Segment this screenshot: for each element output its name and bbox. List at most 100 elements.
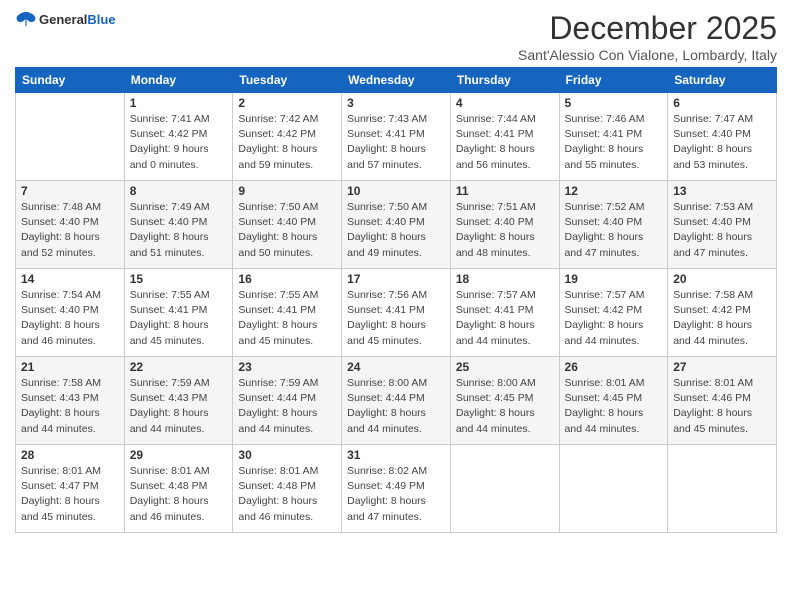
day-info: Sunrise: 7:51 AM Sunset: 4:40 PM Dayligh… [456, 200, 554, 261]
logo-text: General Blue [39, 12, 116, 27]
calendar-cell: 17Sunrise: 7:56 AM Sunset: 4:41 PM Dayli… [342, 269, 451, 357]
day-number: 22 [130, 360, 228, 374]
logo: General Blue [15, 10, 116, 28]
calendar-cell [668, 445, 777, 533]
day-number: 15 [130, 272, 228, 286]
calendar-cell: 14 Sunrise: 7:54 AM Sunset: 4:40 PM Dayli… [16, 269, 125, 357]
calendar-cell [450, 445, 559, 533]
day-number: 28 [21, 448, 119, 462]
calendar-cell: 11 Sunrise: 7:51 AM Sunset: 4:40 PM Dayli… [450, 181, 559, 269]
week-row-2: 7 Sunrise: 7:48 AM Sunset: 4:40 PM Daylig… [16, 181, 777, 269]
day-info: Sunrise: 8:02 AM Sunset: 4:49 PM Dayligh… [347, 464, 445, 525]
day-number: 4 [456, 96, 554, 110]
calendar-cell: 7 Sunrise: 7:48 AM Sunset: 4:40 PM Daylig… [16, 181, 125, 269]
logo-blue: Blue [87, 12, 115, 27]
day-number: 11 [456, 184, 554, 198]
logo-general: General [39, 12, 87, 27]
header-monday: Monday [124, 68, 233, 93]
calendar-cell: 6 Sunrise: 7:47 AM Sunset: 4:40 PM Daylig… [668, 93, 777, 181]
day-info: Sunrise: 7:59 AM Sunset: 4:44 PM Dayligh… [238, 376, 336, 437]
day-info: Sunrise: 7:46 AM Sunset: 4:41 PM Dayligh… [565, 112, 663, 173]
calendar-cell: 29 Sunrise: 8:01 AM Sunset: 4:48 PM Dayli… [124, 445, 233, 533]
day-info: Sunrise: 7:55 AM Sunset: 4:41 PM Dayligh… [238, 288, 336, 349]
day-number: 14 [21, 272, 119, 286]
title-block: December 2025 Sant'Alessio Con Vialone, … [518, 10, 777, 63]
day-number: 9 [238, 184, 336, 198]
calendar-cell: 12Sunrise: 7:52 AM Sunset: 4:40 PM Dayli… [559, 181, 668, 269]
day-number: 23 [238, 360, 336, 374]
day-number: 1 [130, 96, 228, 110]
calendar-cell: 27 Sunrise: 8:01 AM Sunset: 4:46 PM Dayli… [668, 357, 777, 445]
day-number: 5 [565, 96, 663, 110]
day-number: 27 [673, 360, 771, 374]
day-number: 31 [347, 448, 445, 462]
day-info: Sunrise: 7:50 AM Sunset: 4:40 PM Dayligh… [238, 200, 336, 261]
day-info: Sunrise: 7:58 AM Sunset: 4:42 PM Dayligh… [673, 288, 771, 349]
calendar-table: SundayMondayTuesdayWednesdayThursdayFrid… [15, 67, 777, 533]
day-info: Sunrise: 7:42 AM Sunset: 4:42 PM Dayligh… [238, 112, 336, 173]
calendar-cell: 18 Sunrise: 7:57 AM Sunset: 4:41 PM Dayli… [450, 269, 559, 357]
day-info: Sunrise: 8:01 AM Sunset: 4:45 PM Dayligh… [565, 376, 663, 437]
week-row-3: 14 Sunrise: 7:54 AM Sunset: 4:40 PM Dayli… [16, 269, 777, 357]
day-info: Sunrise: 8:00 AM Sunset: 4:45 PM Dayligh… [456, 376, 554, 437]
day-info: Sunrise: 7:55 AM Sunset: 4:41 PM Dayligh… [130, 288, 228, 349]
calendar-cell: 31 Sunrise: 8:02 AM Sunset: 4:49 PM Dayli… [342, 445, 451, 533]
calendar-cell: 1 Sunrise: 7:41 AM Sunset: 4:42 PM Daylig… [124, 93, 233, 181]
calendar-cell [16, 93, 125, 181]
calendar-cell: 2 Sunrise: 7:42 AM Sunset: 4:42 PM Daylig… [233, 93, 342, 181]
day-number: 30 [238, 448, 336, 462]
header-friday: Friday [559, 68, 668, 93]
day-info: Sunrise: 7:57 AM Sunset: 4:41 PM Dayligh… [456, 288, 554, 349]
header-row: SundayMondayTuesdayWednesdayThursdayFrid… [16, 68, 777, 93]
day-info: Sunrise: 7:58 AM Sunset: 4:43 PM Dayligh… [21, 376, 119, 437]
day-info: Sunrise: 7:54 AM Sunset: 4:40 PM Dayligh… [21, 288, 119, 349]
day-info: Sunrise: 7:41 AM Sunset: 4:42 PM Dayligh… [130, 112, 228, 173]
header-sunday: Sunday [16, 68, 125, 93]
calendar-cell: 4Sunrise: 7:44 AM Sunset: 4:41 PM Daylig… [450, 93, 559, 181]
calendar-cell: 10Sunrise: 7:50 AM Sunset: 4:40 PM Dayli… [342, 181, 451, 269]
calendar-cell: 28Sunrise: 8:01 AM Sunset: 4:47 PM Dayli… [16, 445, 125, 533]
logo-bird-icon [15, 10, 37, 28]
day-number: 29 [130, 448, 228, 462]
day-info: Sunrise: 7:48 AM Sunset: 4:40 PM Dayligh… [21, 200, 119, 261]
day-number: 6 [673, 96, 771, 110]
day-number: 7 [21, 184, 119, 198]
month-title: December 2025 [518, 10, 777, 47]
day-info: Sunrise: 7:57 AM Sunset: 4:42 PM Dayligh… [565, 288, 663, 349]
day-number: 16 [238, 272, 336, 286]
page-header: General Blue December 2025 Sant'Alessio … [15, 10, 777, 63]
day-number: 2 [238, 96, 336, 110]
calendar-cell: 21Sunrise: 7:58 AM Sunset: 4:43 PM Dayli… [16, 357, 125, 445]
day-number: 3 [347, 96, 445, 110]
day-info: Sunrise: 8:01 AM Sunset: 4:46 PM Dayligh… [673, 376, 771, 437]
day-info: Sunrise: 7:52 AM Sunset: 4:40 PM Dayligh… [565, 200, 663, 261]
calendar-cell: 22 Sunrise: 7:59 AM Sunset: 4:43 PM Dayli… [124, 357, 233, 445]
calendar-cell: 13Sunrise: 7:53 AM Sunset: 4:40 PM Dayli… [668, 181, 777, 269]
day-info: Sunrise: 7:59 AM Sunset: 4:43 PM Dayligh… [130, 376, 228, 437]
day-info: Sunrise: 8:00 AM Sunset: 4:44 PM Dayligh… [347, 376, 445, 437]
day-number: 26 [565, 360, 663, 374]
calendar-cell: 16 Sunrise: 7:55 AM Sunset: 4:41 PM Dayli… [233, 269, 342, 357]
header-wednesday: Wednesday [342, 68, 451, 93]
calendar-cell: 25 Sunrise: 8:00 AM Sunset: 4:45 PM Dayli… [450, 357, 559, 445]
calendar-cell: 8Sunrise: 7:49 AM Sunset: 4:40 PM Daylig… [124, 181, 233, 269]
day-info: Sunrise: 7:50 AM Sunset: 4:40 PM Dayligh… [347, 200, 445, 261]
header-thursday: Thursday [450, 68, 559, 93]
day-info: Sunrise: 7:43 AM Sunset: 4:41 PM Dayligh… [347, 112, 445, 173]
day-number: 8 [130, 184, 228, 198]
day-info: Sunrise: 8:01 AM Sunset: 4:48 PM Dayligh… [130, 464, 228, 525]
day-info: Sunrise: 8:01 AM Sunset: 4:48 PM Dayligh… [238, 464, 336, 525]
day-info: Sunrise: 7:56 AM Sunset: 4:41 PM Dayligh… [347, 288, 445, 349]
day-number: 25 [456, 360, 554, 374]
day-info: Sunrise: 7:47 AM Sunset: 4:40 PM Dayligh… [673, 112, 771, 173]
day-number: 24 [347, 360, 445, 374]
calendar-cell: 30 Sunrise: 8:01 AM Sunset: 4:48 PM Dayli… [233, 445, 342, 533]
calendar-cell: 20 Sunrise: 7:58 AM Sunset: 4:42 PM Dayli… [668, 269, 777, 357]
calendar-cell: 15 Sunrise: 7:55 AM Sunset: 4:41 PM Dayli… [124, 269, 233, 357]
day-number: 20 [673, 272, 771, 286]
calendar-cell: 24 Sunrise: 8:00 AM Sunset: 4:44 PM Dayli… [342, 357, 451, 445]
calendar-cell: 3 Sunrise: 7:43 AM Sunset: 4:41 PM Daylig… [342, 93, 451, 181]
day-number: 18 [456, 272, 554, 286]
day-number: 19 [565, 272, 663, 286]
week-row-5: 28Sunrise: 8:01 AM Sunset: 4:47 PM Dayli… [16, 445, 777, 533]
